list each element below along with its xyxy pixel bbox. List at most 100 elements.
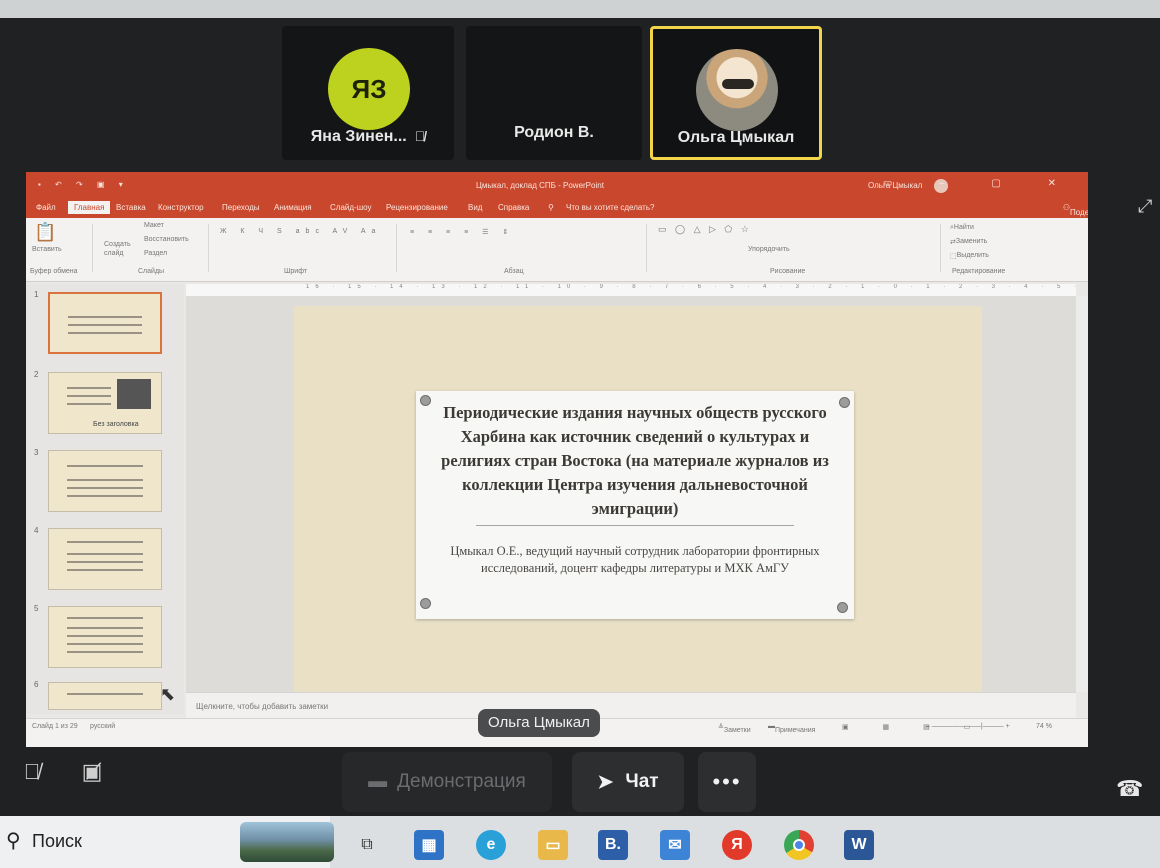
pin-icon bbox=[839, 397, 850, 408]
tab-home[interactable]: Главная bbox=[68, 201, 111, 214]
shapes-gallery[interactable]: ▭ ◯ △ ▷ ⬠ ☆ bbox=[658, 224, 752, 235]
notes-placeholder: Щелкните, чтобы добавить заметки bbox=[196, 702, 329, 711]
avatar: ЯЗ bbox=[328, 48, 410, 130]
mail-icon[interactable]: ✉ bbox=[660, 830, 690, 860]
select-button[interactable]: ⬚ Выделить bbox=[950, 252, 989, 260]
taskbar-search[interactable]: ⚲ Поиск bbox=[0, 816, 334, 868]
reset-button[interactable]: Восстановить bbox=[144, 236, 189, 243]
tab-help[interactable]: Справка bbox=[498, 203, 529, 212]
share-button[interactable]: ⚇ Поделиться bbox=[1063, 203, 1088, 217]
thumb-number: 5 bbox=[34, 604, 39, 613]
paste-button[interactable]: Вставить bbox=[32, 246, 62, 253]
participant-tile-olga[interactable]: Ольга Цмыкал bbox=[650, 26, 822, 160]
thumb-number: 6 bbox=[34, 680, 39, 689]
chrome-icon[interactable] bbox=[784, 830, 814, 860]
find-button[interactable]: ⌕ Найти bbox=[950, 224, 974, 232]
tab-transitions[interactable]: Переходы bbox=[222, 203, 260, 212]
monitor-top-bezel bbox=[0, 0, 1160, 18]
slide-thumbnails-pane: 1 2 Без заголовка 3 4 5 6 bbox=[26, 284, 184, 714]
slide-thumbnail-4[interactable] bbox=[48, 528, 162, 590]
store-icon[interactable]: ▦ bbox=[414, 830, 444, 860]
avatar-photo bbox=[722, 79, 754, 89]
vertical-scrollbar[interactable] bbox=[1076, 296, 1088, 692]
slide-thumbnail-6[interactable] bbox=[48, 682, 162, 710]
group-font-label: Шрифт bbox=[284, 268, 308, 275]
zoom-slider[interactable]: – ———————|——— + bbox=[926, 723, 1010, 730]
screen-share-button[interactable]: ▬ Демонстрация bbox=[342, 752, 552, 812]
thumb-number: 1 bbox=[34, 290, 39, 299]
comments-toggle[interactable]: ▬ Примечания bbox=[768, 723, 815, 734]
hang-up-icon[interactable]: ☎ bbox=[1116, 776, 1150, 801]
word-icon[interactable]: W bbox=[844, 830, 874, 860]
arrange-button[interactable]: Упорядочить bbox=[748, 246, 790, 253]
chat-button[interactable]: ➤ Чат bbox=[572, 752, 684, 812]
avatar bbox=[696, 49, 778, 131]
font-controls[interactable]: Ж К Ч S abc AV Aa bbox=[220, 228, 381, 235]
tell-me-search[interactable]: Что вы хотите сделать? bbox=[566, 203, 654, 212]
thumb-number: 2 bbox=[34, 370, 39, 379]
slide-thumbnail-5[interactable] bbox=[48, 606, 162, 668]
active-speaker-label: Ольга Цмыкал bbox=[478, 709, 600, 737]
search-input[interactable]: Поиск bbox=[32, 831, 82, 852]
layout-button[interactable]: Макет bbox=[144, 222, 164, 229]
pin-icon bbox=[837, 602, 848, 613]
ribbon-home: 📋 Вставить Создать слайд Макет Восстанов… bbox=[26, 218, 1088, 282]
window-controls[interactable]: ▭ – ▢ ✕ bbox=[883, 178, 1078, 189]
slide-counter: Слайд 1 из 29 bbox=[32, 723, 78, 730]
shared-screen: ▪ ↶ ↷ ▣ ▾ Цмыкал, доклад СПБ - PowerPoin… bbox=[26, 172, 1088, 747]
tab-design[interactable]: Конструктор bbox=[158, 203, 204, 212]
more-button[interactable]: ••• bbox=[698, 752, 756, 812]
tab-view[interactable]: Вид bbox=[468, 203, 482, 212]
search-highlight-image bbox=[240, 822, 334, 862]
slide-thumbnail-2[interactable]: Без заголовка bbox=[48, 372, 162, 434]
yandex-browser-icon[interactable]: Я bbox=[722, 830, 752, 860]
slide-thumbnail-3[interactable] bbox=[48, 450, 162, 512]
group-editing-label: Редактирование bbox=[952, 268, 1006, 275]
thumb-image bbox=[117, 379, 151, 409]
slide-title-card[interactable]: Периодические издания научных обществ ру… bbox=[416, 391, 854, 619]
participant-tile-yana[interactable]: ЯЗ Яна Зинен... 🎙̸ bbox=[282, 26, 454, 160]
group-slides-label: Слайды bbox=[138, 268, 165, 275]
task-view-icon[interactable]: ⧉ bbox=[352, 830, 382, 860]
tab-animations[interactable]: Анимация bbox=[274, 203, 312, 212]
mic-off-icon: 🎙̸ bbox=[414, 128, 426, 144]
tab-review[interactable]: Рецензирование bbox=[386, 203, 448, 212]
lightbulb-icon: ⚲ bbox=[548, 203, 554, 212]
group-paragraph-label: Абзац bbox=[504, 268, 524, 275]
tab-slideshow[interactable]: Слайд-шоу bbox=[330, 203, 371, 212]
slide-title: Периодические издания научных обществ ру… bbox=[441, 403, 829, 518]
tab-file[interactable]: Файл bbox=[36, 203, 56, 212]
expand-icon[interactable]: ⤢ bbox=[1138, 196, 1152, 217]
powerpoint-title-bar: ▪ ↶ ↷ ▣ ▾ Цмыкал, доклад СПБ - PowerPoin… bbox=[26, 172, 1088, 198]
paste-icon[interactable]: 📋 bbox=[34, 222, 56, 243]
edge-icon[interactable]: e bbox=[476, 830, 506, 860]
group-drawing-label: Рисование bbox=[770, 268, 806, 275]
window-title: Цмыкал, доклад СПБ - PowerPoint bbox=[476, 181, 604, 190]
participant-name: Яна Зинен... 🎙̸ bbox=[310, 128, 426, 145]
windows-taskbar: ⚲ Поиск bbox=[0, 816, 1160, 868]
new-slide-button[interactable]: Создать слайд bbox=[104, 240, 134, 258]
chat-icon: ➤ bbox=[597, 771, 614, 793]
replace-button[interactable]: ⇄ Заменить bbox=[950, 238, 987, 246]
participant-tile-rodion[interactable]: Родион В. bbox=[466, 26, 642, 160]
zoom-level[interactable]: 74 % bbox=[1036, 723, 1052, 730]
quick-access-toolbar[interactable]: ▪ ↶ ↷ ▣ ▾ bbox=[38, 180, 129, 189]
thumb-number: 4 bbox=[34, 526, 39, 535]
language-indicator[interactable]: русский bbox=[90, 723, 115, 730]
mouse-cursor-icon: ⬉ bbox=[160, 684, 176, 704]
mic-off-icon[interactable]: 🎙̸ bbox=[14, 754, 50, 790]
thumb-caption: Без заголовка bbox=[93, 421, 139, 428]
vk-icon[interactable]: B. bbox=[598, 830, 628, 860]
notes-toggle[interactable]: ≜ Заметки bbox=[718, 723, 751, 734]
notes-pane[interactable]: Щелкните, чтобы добавить заметки bbox=[186, 692, 1076, 718]
tab-insert[interactable]: Вставка bbox=[116, 203, 146, 212]
participant-name: Родион В. bbox=[514, 124, 594, 141]
slide-thumbnail-1[interactable] bbox=[48, 292, 162, 354]
camera-off-icon[interactable]: ▣̸ bbox=[74, 754, 110, 790]
paragraph-controls[interactable]: ≡ ≡ ≡ ≡ ☰ ⇕ bbox=[410, 228, 514, 236]
ribbon-tabs: Файл Главная Вставка Конструктор Переход… bbox=[26, 198, 1088, 218]
file-explorer-icon[interactable]: ▭ bbox=[538, 830, 568, 860]
section-button[interactable]: Раздел bbox=[144, 250, 167, 257]
horizontal-ruler: 16 · 15 · 14 · 13 · 12 · 11 · 10 · 9 · 8… bbox=[186, 284, 1076, 296]
participant-name: Ольга Цмыкал bbox=[677, 129, 795, 146]
